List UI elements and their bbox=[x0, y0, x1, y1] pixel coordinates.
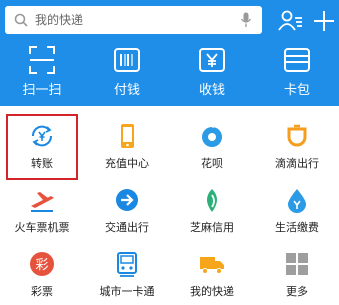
barcode-icon bbox=[114, 48, 140, 72]
quick-action-label: 付钱 bbox=[113, 83, 140, 98]
search-icon bbox=[14, 13, 28, 27]
truck-icon bbox=[200, 257, 224, 274]
contacts-icon[interactable] bbox=[277, 8, 303, 34]
train-icon bbox=[31, 192, 54, 212]
search-placeholder: 我的快递 bbox=[35, 13, 84, 27]
grid-item-sesame-credit[interactable]: 芝麻信用 bbox=[170, 187, 254, 245]
top-header: 我的快递 扫一扫 付钱 收钱 卡包 bbox=[0, 0, 339, 106]
yen-icon bbox=[199, 48, 225, 72]
grid-item-label: 花呗 bbox=[201, 157, 223, 170]
arrow-icon bbox=[116, 189, 138, 211]
quick-action-receive[interactable]: 收钱 bbox=[170, 45, 254, 105]
grid-item-label: 更多 bbox=[286, 285, 308, 298]
didi-icon bbox=[287, 124, 307, 147]
grid-item-label: 充值中心 bbox=[105, 157, 149, 170]
grid-item-didi[interactable]: 滴滴出行 bbox=[255, 123, 339, 181]
quick-action-pay[interactable]: 付钱 bbox=[85, 45, 169, 105]
grid-item-more[interactable]: 更多 bbox=[255, 251, 339, 305]
microphone-icon[interactable] bbox=[240, 12, 252, 28]
grid-item-label: 火车票机票 bbox=[14, 221, 70, 234]
citycard-icon bbox=[117, 252, 137, 277]
quick-action-cards[interactable]: 卡包 bbox=[255, 45, 339, 105]
grid-item-label: 芝麻信用 bbox=[190, 221, 234, 234]
selection-highlight bbox=[6, 114, 78, 180]
grid-item-my-express[interactable]: 我的快递 bbox=[170, 251, 254, 305]
grid-item-city-card[interactable]: 城市一卡通 bbox=[85, 251, 169, 305]
sesame-icon bbox=[207, 189, 217, 212]
card-icon bbox=[284, 48, 310, 72]
grid-item-label: 交通出行 bbox=[105, 221, 149, 234]
grid-item-label: 彩票 bbox=[31, 285, 53, 298]
grid-item-recharge[interactable]: 充值中心 bbox=[85, 123, 169, 181]
grid-item-huabei[interactable]: 花呗 bbox=[170, 123, 254, 181]
huabei-icon bbox=[202, 125, 222, 147]
drop-icon bbox=[288, 189, 306, 213]
grid-item-transport[interactable]: 交通出行 bbox=[85, 187, 169, 245]
grid-icon bbox=[286, 253, 308, 275]
lottery-glyph: 彩 bbox=[35, 258, 48, 273]
quick-action-scan[interactable]: 扫一扫 bbox=[0, 45, 84, 105]
quick-action-label: 卡包 bbox=[283, 83, 310, 98]
add-icon[interactable] bbox=[311, 8, 337, 34]
search-bar[interactable]: 我的快递 bbox=[5, 6, 262, 34]
grid-item-utilities[interactable]: 生活缴费 bbox=[255, 187, 339, 245]
grid-item-train-flight[interactable]: 火车票机票 bbox=[0, 187, 84, 245]
grid-item-label: 我的快递 bbox=[190, 285, 234, 298]
scan-icon bbox=[29, 46, 55, 74]
quick-action-label: 扫一扫 bbox=[22, 83, 62, 98]
quick-action-label: 收钱 bbox=[198, 83, 225, 98]
grid-item-label: 滴滴出行 bbox=[275, 157, 319, 170]
phone-icon bbox=[121, 124, 134, 148]
lottery-icon: 彩 bbox=[30, 252, 54, 276]
grid-item-label: 生活缴费 bbox=[275, 221, 319, 234]
grid-item-label: 城市一卡通 bbox=[99, 285, 155, 298]
grid-item-lottery[interactable]: 彩 彩票 bbox=[0, 251, 84, 305]
